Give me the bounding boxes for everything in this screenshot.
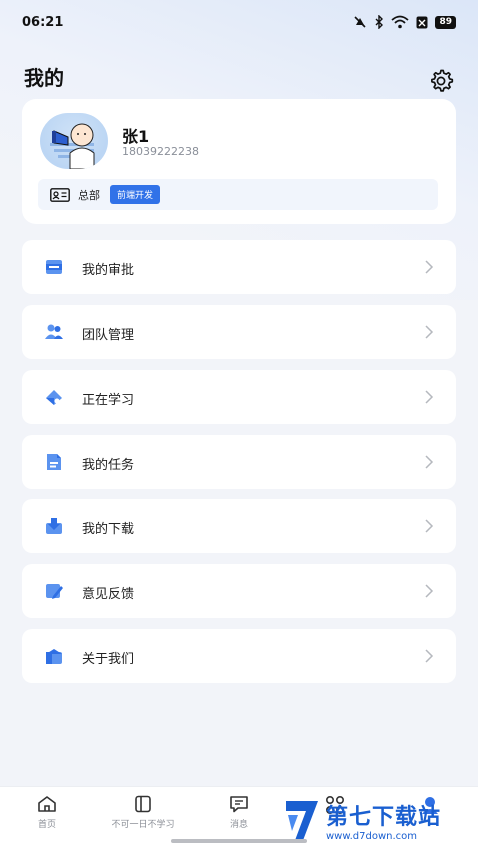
sim-icon [416, 16, 428, 28]
chevron-right-icon [425, 584, 434, 598]
message-icon [230, 796, 248, 813]
team-icon [45, 324, 63, 339]
profile-card[interactable]: 张1 18039222238 总部 前端开发 [22, 99, 456, 224]
learning-icon [46, 390, 62, 405]
book-icon [135, 795, 151, 813]
wifi-icon [391, 15, 410, 29]
menu-item-learning[interactable]: 正在学习 [22, 370, 456, 424]
department-bar: 总部 前端开发 [38, 179, 438, 210]
role-tag: 前端开发 [110, 185, 161, 204]
tab-home[interactable]: 首页 [28, 795, 66, 830]
download-icon [46, 518, 62, 534]
menu-item-label: 关于我们 [82, 652, 135, 667]
menu-item-label: 团队管理 [82, 328, 135, 343]
home-icon [38, 796, 56, 812]
chevron-right-icon [425, 325, 434, 339]
gear-icon [431, 69, 454, 92]
menu-item-about[interactable]: 关于我们 [22, 629, 456, 683]
bluetooth-icon [375, 15, 384, 29]
watermark-url: www.d7down.com [326, 831, 418, 842]
menu-item-approval[interactable]: 我的审批 [22, 240, 456, 294]
battery-indicator: 89 [435, 15, 456, 29]
mute-icon [354, 16, 367, 28]
id-card-icon [50, 187, 70, 202]
user-name: 张1 [122, 127, 150, 146]
chevron-right-icon [425, 390, 434, 404]
watermark: 第七下载站 www.d7down.com [282, 795, 478, 850]
chevron-right-icon [425, 519, 434, 533]
menu-item-label: 我的任务 [82, 458, 135, 473]
about-icon [46, 649, 62, 664]
tab-label: 不可一日不学习 [111, 820, 175, 830]
tab-messages[interactable]: 消息 [222, 795, 256, 830]
menu-item-feedback[interactable]: 意见反馈 [22, 564, 456, 618]
menu-item-label: 我的下载 [82, 522, 135, 537]
avatar[interactable] [40, 113, 108, 169]
approval-icon [46, 260, 62, 274]
chevron-right-icon [425, 260, 434, 274]
avatar-illustration [50, 123, 95, 169]
feedback-icon [46, 584, 63, 599]
page-title: 我的 [24, 66, 64, 90]
menu-item-label: 我的审批 [82, 263, 135, 278]
department-label: 总部 [78, 188, 100, 202]
user-phone: 18039222238 [122, 145, 199, 158]
menu-item-label: 正在学习 [82, 393, 135, 408]
settings-button[interactable] [428, 68, 454, 94]
home-indicator[interactable] [171, 839, 307, 843]
tab-label: 消息 [229, 820, 248, 830]
status-time: 06:21 [22, 14, 64, 30]
menu-item-task[interactable]: 我的任务 [22, 435, 456, 489]
menu-item-team[interactable]: 团队管理 [22, 305, 456, 359]
chevron-right-icon [425, 649, 434, 663]
watermark-title: 第七下载站 [326, 805, 442, 830]
status-icons: 89 [353, 15, 456, 29]
task-icon [47, 454, 61, 470]
menu-item-download[interactable]: 我的下载 [22, 499, 456, 553]
status-bar: 06:21 89 [0, 0, 478, 44]
tab-label: 首页 [37, 820, 56, 830]
menu-item-label: 意见反馈 [82, 587, 135, 602]
chevron-right-icon [425, 455, 434, 469]
tab-study[interactable]: 不可一日不学习 [100, 795, 186, 830]
